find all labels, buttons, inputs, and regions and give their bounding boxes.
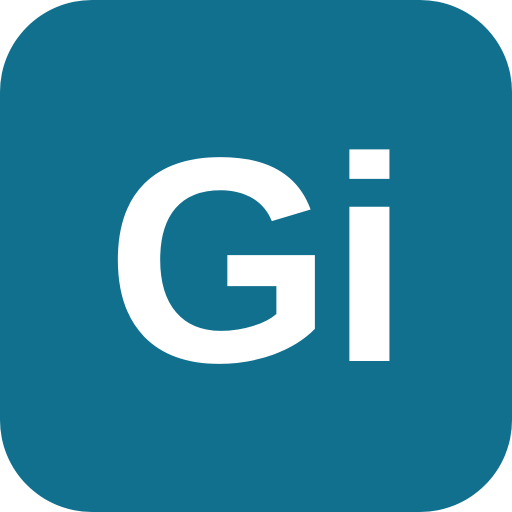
app-icon: Gi <box>0 0 512 512</box>
icon-label: Gi <box>105 97 410 423</box>
